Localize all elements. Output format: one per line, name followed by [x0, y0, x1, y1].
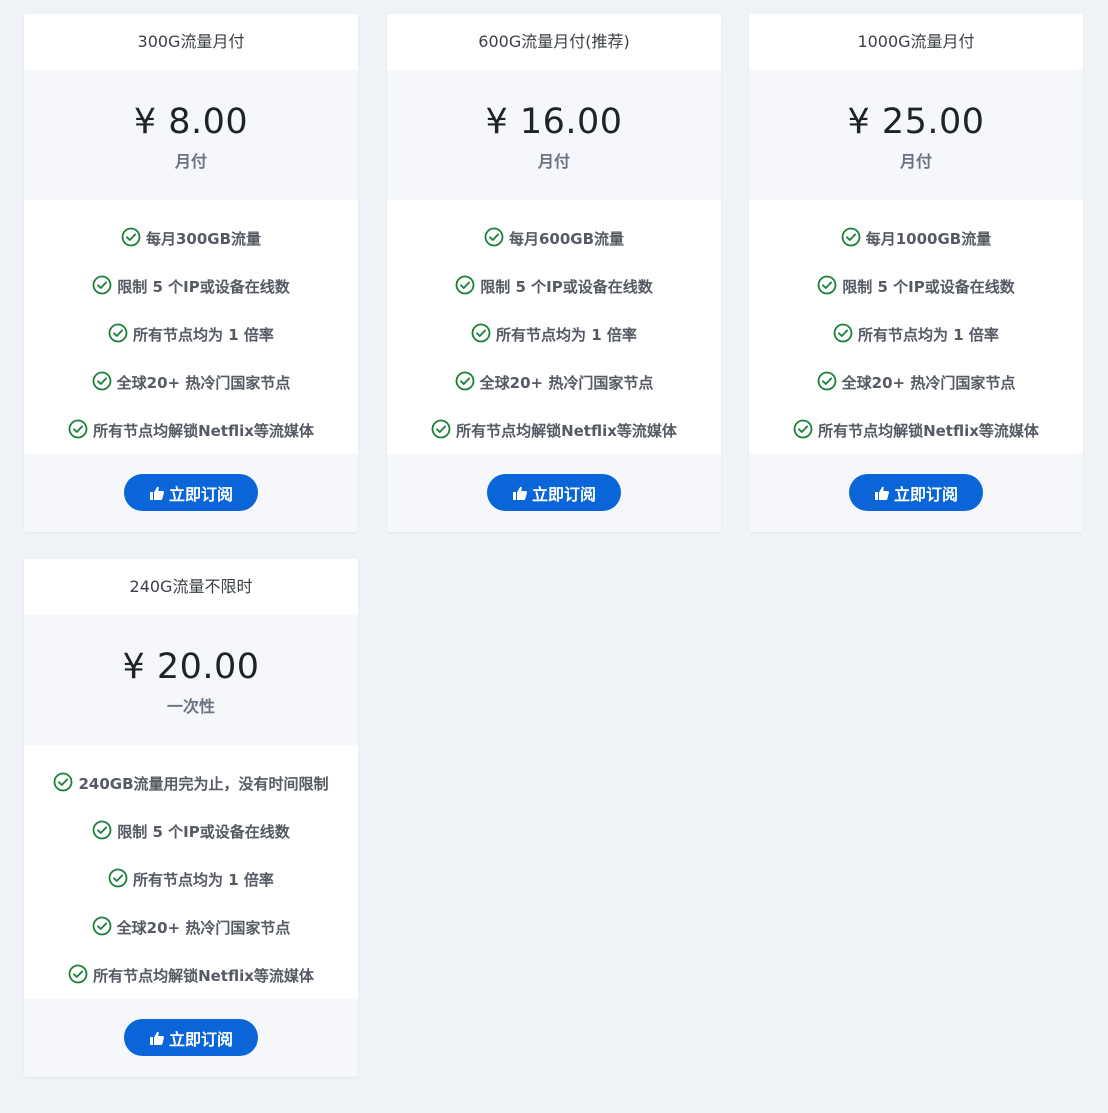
check-circle-icon — [92, 275, 112, 295]
thumbs-up-icon — [874, 486, 889, 500]
plan-period: 月付 — [899, 152, 932, 171]
feature-item: 每月300GB流量 — [24, 227, 358, 276]
plan-price: ¥ 25.00 — [847, 102, 985, 142]
feature-item: 所有节点均为 1 倍率 — [24, 323, 358, 372]
subscribe-button[interactable]: 立即订阅 — [849, 474, 983, 511]
plan-title: 240G流量不限时 — [24, 559, 358, 615]
subscribe-button-label: 立即订阅 — [893, 484, 958, 504]
plan-footer: 立即订阅 — [24, 454, 358, 532]
feature-text: 每月600GB流量 — [508, 230, 625, 248]
feature-text: 限制 5 个IP或设备在线数 — [117, 823, 290, 841]
check-circle-icon — [68, 964, 88, 984]
feature-item: 全球20+ 热冷门国家节点 — [387, 371, 721, 420]
feature-text: 240GB流量用完为止，没有时间限制 — [78, 775, 329, 793]
plan-title: 600G流量月付(推荐) — [387, 14, 721, 70]
feature-text: 限制 5 个IP或设备在线数 — [480, 278, 653, 296]
feature-text: 所有节点均为 1 倍率 — [133, 871, 274, 889]
feature-item: 限制 5 个IP或设备在线数 — [749, 275, 1083, 324]
check-circle-icon — [841, 227, 861, 247]
plan-title: 300G流量月付 — [24, 14, 358, 70]
plan-card: 1000G流量月付 ¥ 25.00 月付 每月1000GB流量 限制 5 个IP… — [749, 14, 1083, 532]
subscribe-button[interactable]: 立即订阅 — [124, 474, 258, 511]
plan-price: ¥ 16.00 — [485, 102, 623, 142]
feature-text: 限制 5 个IP或设备在线数 — [117, 278, 290, 296]
subscribe-button-label: 立即订阅 — [168, 484, 233, 504]
check-circle-icon — [455, 275, 475, 295]
check-circle-icon — [54, 772, 73, 792]
feature-item: 限制 5 个IP或设备在线数 — [387, 275, 721, 324]
subscribe-button[interactable]: 立即订阅 — [487, 474, 621, 511]
check-circle-icon — [817, 275, 837, 295]
plan-price-block: ¥ 25.00 月付 — [749, 70, 1083, 200]
feature-item: 240GB流量用完为止，没有时间限制 — [24, 772, 358, 821]
check-circle-icon — [431, 419, 451, 439]
feature-item: 全球20+ 热冷门国家节点 — [749, 371, 1083, 420]
check-circle-icon — [484, 227, 504, 247]
check-circle-icon — [833, 323, 853, 343]
plan-price-block: ¥ 16.00 月付 — [387, 70, 721, 200]
check-circle-icon — [817, 371, 837, 391]
thumbs-up-icon — [149, 1031, 164, 1045]
check-circle-icon — [455, 371, 475, 391]
check-circle-icon — [471, 323, 491, 343]
plan-card: 300G流量月付 ¥ 8.00 月付 每月300GB流量 限制 5 个IP或设备… — [24, 14, 358, 532]
plan-footer: 立即订阅 — [387, 454, 721, 532]
feature-item: 限制 5 个IP或设备在线数 — [24, 275, 358, 324]
feature-text: 所有节点均解锁Netflix等流媒体 — [818, 422, 1039, 440]
check-circle-icon — [108, 868, 128, 888]
feature-text: 每月1000GB流量 — [865, 230, 992, 248]
thumbs-up-icon — [149, 486, 164, 500]
feature-list: 每月300GB流量 限制 5 个IP或设备在线数 所有节点均为 1 倍率 全球2… — [24, 200, 358, 454]
feature-text: 所有节点均为 1 倍率 — [133, 326, 274, 344]
plan-grid: 300G流量月付 ¥ 8.00 月付 每月300GB流量 限制 5 个IP或设备… — [0, 0, 1108, 1113]
plan-price: ¥ 20.00 — [122, 647, 260, 687]
feature-text: 所有节点均解锁Netflix等流媒体 — [456, 422, 677, 440]
check-circle-icon — [793, 419, 813, 439]
plan-price-block: ¥ 8.00 月付 — [24, 70, 358, 200]
feature-text: 所有节点均解锁Netflix等流媒体 — [93, 967, 314, 985]
feature-text: 全球20+ 热冷门国家节点 — [479, 374, 654, 392]
check-circle-icon — [92, 916, 112, 936]
plan-title: 1000G流量月付 — [749, 14, 1083, 70]
feature-item: 全球20+ 热冷门国家节点 — [24, 371, 358, 420]
feature-list: 240GB流量用完为止，没有时间限制 限制 5 个IP或设备在线数 所有节点均为… — [24, 745, 358, 999]
plan-footer: 立即订阅 — [749, 454, 1083, 532]
plan-period: 月付 — [537, 152, 570, 171]
feature-text: 所有节点均为 1 倍率 — [858, 326, 999, 344]
plan-price-block: ¥ 20.00 一次性 — [24, 615, 358, 745]
plan-card: 600G流量月付(推荐) ¥ 16.00 月付 每月600GB流量 限制 5 个… — [387, 14, 721, 532]
feature-text: 全球20+ 热冷门国家节点 — [841, 374, 1016, 392]
feature-item: 每月1000GB流量 — [749, 227, 1083, 276]
plan-footer: 立即订阅 — [24, 999, 358, 1077]
feature-item: 每月600GB流量 — [387, 227, 721, 276]
feature-list: 每月600GB流量 限制 5 个IP或设备在线数 所有节点均为 1 倍率 全球2… — [387, 200, 721, 454]
check-circle-icon — [68, 419, 88, 439]
check-circle-icon — [92, 371, 112, 391]
feature-item: 所有节点均为 1 倍率 — [24, 868, 358, 917]
feature-item: 限制 5 个IP或设备在线数 — [24, 820, 358, 869]
check-circle-icon — [92, 820, 112, 840]
feature-text: 所有节点均解锁Netflix等流媒体 — [93, 422, 314, 440]
plan-card: 240G流量不限时 ¥ 20.00 一次性 240GB流量用完为止，没有时间限制… — [24, 559, 358, 1077]
feature-text: 全球20+ 热冷门国家节点 — [116, 374, 291, 392]
plan-period: 一次性 — [166, 697, 215, 716]
check-circle-icon — [121, 227, 141, 247]
feature-item: 全球20+ 热冷门国家节点 — [24, 916, 358, 965]
subscribe-button-label: 立即订阅 — [168, 1029, 233, 1049]
subscribe-button-label: 立即订阅 — [531, 484, 596, 504]
plan-price: ¥ 8.00 — [133, 102, 249, 142]
thumbs-up-icon — [512, 486, 527, 500]
subscribe-button[interactable]: 立即订阅 — [124, 1019, 258, 1056]
feature-text: 所有节点均为 1 倍率 — [496, 326, 637, 344]
plan-period: 月付 — [174, 152, 207, 171]
check-circle-icon — [108, 323, 128, 343]
feature-item: 所有节点均为 1 倍率 — [749, 323, 1083, 372]
feature-list: 每月1000GB流量 限制 5 个IP或设备在线数 所有节点均为 1 倍率 全球… — [749, 200, 1083, 454]
feature-text: 每月300GB流量 — [145, 230, 262, 248]
feature-text: 限制 5 个IP或设备在线数 — [842, 278, 1015, 296]
feature-item: 所有节点均为 1 倍率 — [387, 323, 721, 372]
feature-text: 全球20+ 热冷门国家节点 — [116, 919, 291, 937]
